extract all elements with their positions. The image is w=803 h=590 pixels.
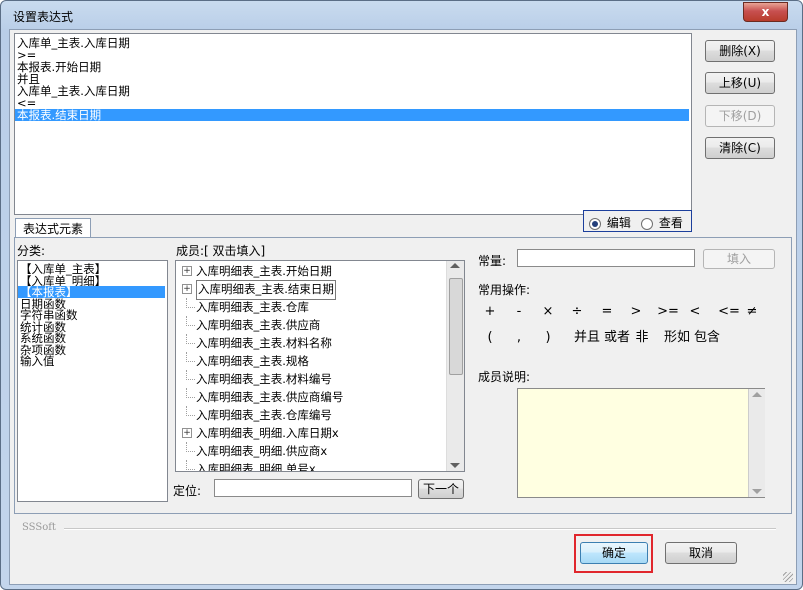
expression-list[interactable]: 入库单_主表.入库日期 >= 本报表.开始日期 并且 入库单_主表.入库日期 <= 本报表.… [14,33,692,215]
delete-button[interactable]: 删除(X) [705,40,775,62]
elements-panel: 分类: 【入库单_主表】 【入库单_明细】 【本报表】 日期函数 字符串函数 统计函数 系统… [14,237,792,514]
operator-button[interactable]: ( [480,328,500,348]
member-item[interactable]: 入库明细表_主表.开始日期 [196,262,332,280]
footer-divider [64,528,776,530]
ok-button[interactable]: 确定 [580,542,648,564]
member-item[interactable]: 入库明细表_主表.材料编号 [196,370,332,388]
mode-group: 编辑 查看 [583,210,692,232]
operator-button[interactable]: < [685,302,705,322]
scroll-down-icon[interactable] [450,463,460,468]
ops-label: 常用操作: [478,283,531,297]
operator-button[interactable]: > [626,302,646,322]
resize-grip-icon[interactable] [783,572,793,582]
member-item[interactable]: 入库明细表_主表.材料名称 [196,334,332,352]
scroll-down-icon[interactable] [752,489,762,494]
tree-connector [186,460,195,470]
tree-connector [186,370,195,380]
operator-button[interactable]: 非 [632,328,652,348]
category-list[interactable]: 【入库单_主表】 【入库单_明细】 【本报表】 日期函数 字符串函数 统计函数 系统函数 杂项… [17,260,168,502]
locate-input[interactable] [214,479,412,497]
tree-connector [186,298,195,308]
expression-line[interactable]: 本报表.结束日期 [15,109,689,121]
tree-connector [186,388,195,398]
next-button[interactable]: 下一个 [418,479,464,499]
scroll-thumb[interactable] [449,278,463,375]
operator-button[interactable]: 或者 [602,328,632,348]
locate-label: 定位: [173,484,202,498]
ops-row-2: (,) 并且 或者非形如 包含 [480,328,780,350]
expand-icon[interactable]: + [182,266,192,276]
member-item[interactable]: 入库明细表_主表.规格 [196,352,309,370]
member-item[interactable]: 入库明细表_明细.供应商x [196,442,327,460]
member-desc-box [517,388,765,498]
fill-button[interactable]: 填入 [703,249,775,269]
member-item[interactable]: 入库明细表_主表.仓库编号 [196,406,332,424]
operator-button[interactable]: 形如 [662,328,692,348]
close-button[interactable]: x [743,2,788,22]
operator-button[interactable]: + [480,302,500,322]
dialog-body: 入库单_主表.入库日期 >= 本报表.开始日期 并且 入库单_主表.入库日期 <= 本报表.… [9,29,797,585]
dialog-window: 设置表达式 x 入库单_主表.入库日期 >= 本报表.开始日期 并且 入库单_主表.入库… [0,0,803,590]
tab-expression-elements[interactable]: 表达式元素 [15,218,91,239]
operator-button[interactable]: 并且 [572,328,602,348]
operator-button[interactable]: , [509,328,529,348]
operator-button[interactable]: ≠ [742,302,762,322]
members-label: 成员:[ 双击填入] [176,244,266,258]
operator-button[interactable]: ÷ [567,302,587,322]
radio-off-icon [641,217,653,230]
member-item[interactable]: 入库明细表_主表.供应商编号 [196,388,343,406]
tree-connector [186,316,195,326]
tree-connector [186,334,195,344]
cancel-button[interactable]: 取消 [665,542,737,564]
operator-button[interactable]: = [597,302,617,322]
expand-icon[interactable]: + [182,284,192,294]
category-label: 分类: [17,244,46,258]
constant-input[interactable] [517,249,695,267]
member-desc-label: 成员说明: [478,370,531,384]
operator-button[interactable]: 包含 [692,328,722,348]
scroll-up-icon[interactable] [450,263,460,268]
constant-label: 常量: [478,254,507,268]
members-scrollbar[interactable] [446,261,464,471]
tree-connector [186,406,195,416]
edit-radio[interactable]: 编辑 [589,214,631,231]
member-item[interactable]: 入库明细表_明细.单号x [196,460,316,471]
edit-label: 编辑 [606,216,631,230]
move-down-button[interactable]: 下移(D) [705,105,775,127]
member-item[interactable]: 入库明细表_主表.结束日期 [196,280,336,300]
clear-button[interactable]: 清除(C) [705,137,775,159]
operator-button[interactable]: <= [714,302,744,322]
window-title: 设置表达式 [13,10,74,24]
operator-button[interactable]: >= [653,302,683,322]
radio-on-icon [589,217,601,230]
operator-button[interactable]: - [509,302,529,322]
brand-label: SSSoft [22,522,56,533]
operator-button[interactable]: ) [538,328,558,348]
member-desc-scrollbar[interactable] [748,389,765,497]
move-up-button[interactable]: 上移(U) [705,72,775,94]
operator-button[interactable]: × [538,302,558,322]
scroll-up-icon[interactable] [752,392,762,397]
tree-connector [186,352,195,362]
view-label: 查看 [658,216,683,230]
view-radio[interactable]: 查看 [641,214,683,231]
member-item[interactable]: 入库明细表_主表.供应商 [196,316,320,334]
category-item[interactable]: 输入值 [20,355,55,367]
ops-row-1: + - × ÷ = > >= < <= ≠ [480,302,780,324]
member-item[interactable]: 入库明细表_明细.入库日期x [196,424,339,442]
title-bar: 设置表达式 x [1,1,802,29]
expand-icon[interactable]: + [182,428,192,438]
tree-connector [186,442,195,452]
members-tree[interactable]: + 入库明细表_主表.开始日期 + 入库明细表_主表.结束日期 入库明细表_主表.仓库入… [175,260,465,472]
member-item[interactable]: 入库明细表_主表.仓库 [196,298,309,316]
